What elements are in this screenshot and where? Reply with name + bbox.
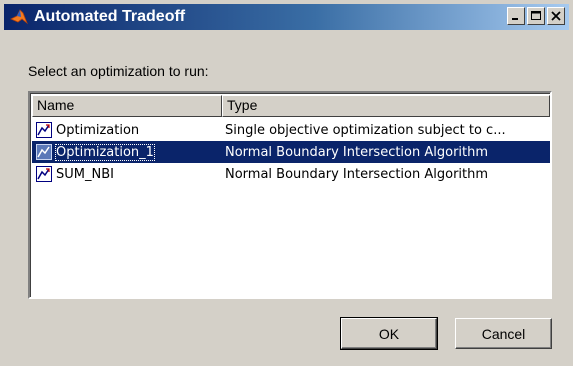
optimization-list[interactable]: Name Type Optimization Single objective … (28, 91, 552, 299)
name-cell: Optimization (32, 122, 222, 138)
window-controls (505, 7, 565, 25)
name-cell: SUM_NBI (32, 166, 222, 182)
minimize-button[interactable] (507, 7, 525, 25)
maximize-button[interactable] (527, 7, 545, 25)
column-header-name[interactable]: Name (32, 95, 222, 117)
ok-button[interactable]: OK (340, 317, 438, 350)
title-bar[interactable]: Automated Tradeoff (4, 4, 569, 30)
optimization-icon (36, 122, 52, 138)
cancel-button[interactable]: Cancel (455, 318, 552, 349)
minimize-icon (512, 18, 518, 20)
automated-tradeoff-dialog: Automated Tradeoff Select an optimizatio… (0, 0, 573, 366)
matlab-icon (10, 9, 28, 25)
window-title: Automated Tradeoff (34, 8, 186, 25)
list-header: Name Type (32, 95, 550, 117)
list-item-selected[interactable]: Optimization_1 Normal Boundary Intersect… (32, 141, 550, 163)
close-icon (551, 11, 561, 21)
row-type: Single objective optimization subject to… (225, 122, 506, 138)
optimization-icon (36, 144, 52, 160)
close-button[interactable] (547, 7, 565, 25)
maximize-icon (531, 11, 541, 20)
list-rows: Optimization Single objective optimizati… (32, 119, 550, 185)
name-cell: Optimization_1 (32, 143, 222, 161)
prompt-label: Select an optimization to run: (28, 63, 209, 79)
row-type: Normal Boundary Intersection Algorithm (225, 166, 489, 182)
list-item[interactable]: Optimization Single objective optimizati… (32, 119, 550, 141)
optimization-icon (36, 166, 52, 182)
row-type: Normal Boundary Intersection Algorithm (225, 144, 489, 160)
list-item[interactable]: SUM_NBI Normal Boundary Intersection Alg… (32, 163, 550, 185)
row-name: Optimization (56, 122, 140, 138)
row-name: SUM_NBI (56, 166, 114, 182)
column-header-type[interactable]: Type (222, 95, 550, 117)
row-name: Optimization_1 (55, 143, 155, 161)
